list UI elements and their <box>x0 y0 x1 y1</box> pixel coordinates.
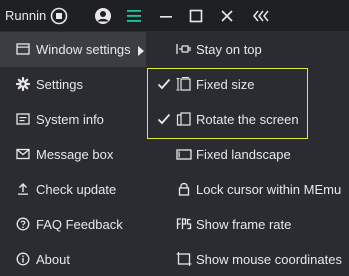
submenu-item-label: Stay on top <box>196 42 262 57</box>
checkmark-icon <box>157 112 171 126</box>
app-title: Runnin <box>5 8 47 23</box>
stop-icon[interactable] <box>47 4 71 28</box>
title-bar: Runnin <box>0 0 349 31</box>
menu-item-about[interactable]: About <box>0 242 146 276</box>
window-icon <box>16 42 30 56</box>
menu-item-label: FAQ Feedback <box>36 217 123 232</box>
submenu-item-lock-cursor[interactable]: Lock cursor within MEmu <box>147 172 349 207</box>
menu-item-window-settings[interactable]: Window settings <box>0 32 146 67</box>
submenu-item-label: Show frame rate <box>196 217 292 232</box>
main-menu: Window settings Settings System info Mes… <box>0 31 146 276</box>
submenu-item-rotate-screen[interactable]: Rotate the screen <box>147 102 349 137</box>
rotate-screen-icon <box>176 112 192 126</box>
submenu-item-label: Rotate the screen <box>196 112 299 127</box>
submenu-arrow-icon <box>138 44 144 56</box>
menu-item-system-info[interactable]: System info <box>0 102 146 137</box>
system-info-icon <box>16 112 30 126</box>
menu-item-label: About <box>36 252 70 267</box>
menu-item-label: System info <box>36 112 104 127</box>
submenu-item-label: Lock cursor within MEmu <box>196 182 342 197</box>
menu-item-label: Settings <box>36 77 83 92</box>
app-window: Runnin Window settings Settings System i… <box>0 0 349 276</box>
landscape-icon <box>176 147 192 161</box>
submenu-item-show-mouse-coordinates[interactable]: Show mouse coordinates <box>147 242 349 276</box>
fixed-size-icon <box>176 77 192 91</box>
menu-item-label: Check update <box>36 182 117 197</box>
lock-icon <box>176 182 192 196</box>
menu-item-faq-feedback[interactable]: FAQ Feedback <box>0 207 146 242</box>
coordinates-icon <box>176 252 192 266</box>
menu-icon[interactable] <box>122 4 146 28</box>
menu-item-label: Window settings <box>36 42 131 57</box>
close-icon[interactable] <box>215 4 239 28</box>
menu-item-check-update[interactable]: Check update <box>0 172 146 207</box>
submenu-item-label: Fixed size <box>196 77 255 92</box>
account-icon[interactable] <box>91 4 115 28</box>
menu-item-message-box[interactable]: Message box <box>0 137 146 172</box>
fps-icon <box>176 217 192 231</box>
checkmark-icon <box>157 77 171 91</box>
submenu-item-label: Fixed landscape <box>196 147 291 162</box>
collapse-sidebar-icon[interactable] <box>250 4 274 28</box>
pin-icon <box>176 42 192 56</box>
envelope-icon <box>16 147 30 161</box>
menu-item-settings[interactable]: Settings <box>0 67 146 102</box>
maximize-icon[interactable] <box>184 4 208 28</box>
help-icon <box>16 217 30 231</box>
submenu-item-fixed-landscape[interactable]: Fixed landscape <box>147 137 349 172</box>
gear-icon <box>16 77 30 91</box>
submenu-item-fixed-size[interactable]: Fixed size <box>147 67 349 102</box>
about-icon <box>16 252 30 266</box>
menu-item-label: Message box <box>36 147 114 162</box>
submenu-item-stay-on-top[interactable]: Stay on top <box>147 32 349 67</box>
submenu-item-label: Show mouse coordinates <box>196 252 342 267</box>
minimize-icon[interactable] <box>154 4 178 28</box>
upload-arrow-icon <box>16 182 30 196</box>
submenu-item-show-frame-rate[interactable]: Show frame rate <box>147 207 349 242</box>
window-settings-submenu: Stay on top Fixed size Rotate the screen… <box>147 31 349 276</box>
